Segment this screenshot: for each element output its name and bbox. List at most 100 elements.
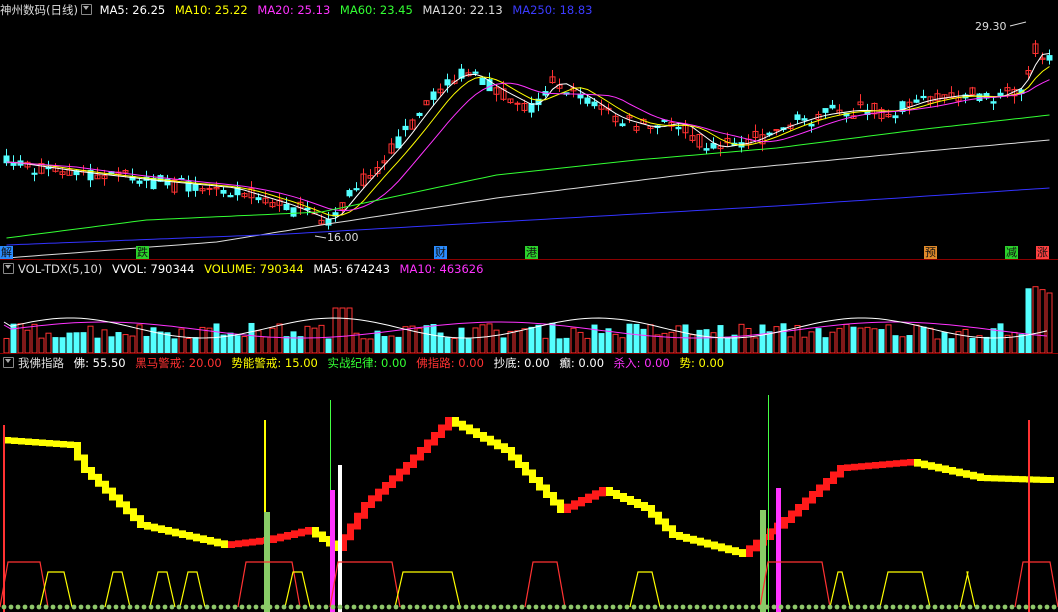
volume-bar bbox=[969, 337, 976, 354]
volume-bar bbox=[304, 325, 311, 354]
volume-bar bbox=[962, 328, 969, 354]
indicator-block bbox=[886, 460, 893, 468]
indicator-block bbox=[137, 515, 144, 528]
baseline-dot bbox=[547, 604, 553, 610]
indicator-block bbox=[445, 417, 452, 431]
indicator-block bbox=[711, 541, 718, 550]
baseline-dot bbox=[876, 604, 882, 610]
volume-bar bbox=[577, 331, 584, 354]
indicator-block bbox=[949, 467, 956, 475]
volume-bar bbox=[346, 307, 353, 354]
baseline-dot bbox=[638, 604, 644, 610]
indicator-block bbox=[739, 549, 746, 557]
volume-bar bbox=[80, 332, 87, 354]
panel-divider bbox=[0, 259, 1058, 260]
baseline-dot bbox=[813, 604, 819, 610]
dropdown-icon[interactable] bbox=[3, 263, 14, 274]
baseline-dot bbox=[435, 604, 441, 610]
panel-divider bbox=[0, 353, 1058, 354]
indicator-block bbox=[585, 493, 592, 503]
indicator-block bbox=[480, 432, 487, 442]
baseline-dot bbox=[85, 604, 91, 610]
volume-bar bbox=[1032, 286, 1039, 354]
indicator-block bbox=[382, 482, 389, 495]
baseline-dot bbox=[456, 604, 462, 610]
baseline-dot bbox=[22, 604, 28, 610]
volume-bar bbox=[59, 337, 66, 354]
volume-bar bbox=[381, 336, 388, 354]
baseline-dot bbox=[323, 604, 329, 610]
volume-bar bbox=[507, 330, 514, 354]
baseline-dot bbox=[1016, 604, 1022, 610]
volume-bar bbox=[570, 327, 577, 354]
volume-bar bbox=[815, 328, 822, 354]
baseline-dot bbox=[911, 604, 917, 610]
indicator-block bbox=[599, 487, 606, 497]
baseline-dot bbox=[631, 604, 637, 610]
indicator-block bbox=[718, 543, 725, 552]
volume-bar bbox=[451, 338, 458, 354]
indicator-block bbox=[823, 478, 830, 491]
volume-bar bbox=[479, 324, 486, 354]
indicator-block bbox=[788, 510, 795, 523]
indicator-block bbox=[109, 487, 116, 501]
kline-chart[interactable] bbox=[0, 0, 1058, 612]
indicator-block bbox=[130, 508, 137, 522]
indicator-block bbox=[53, 440, 60, 447]
indicator-block bbox=[312, 527, 319, 538]
candle-body bbox=[997, 92, 1004, 96]
indicator-block bbox=[998, 475, 1005, 482]
volume-bar bbox=[458, 327, 465, 354]
baseline-dot bbox=[988, 604, 994, 610]
volume-bar bbox=[374, 330, 381, 354]
volume-bar bbox=[255, 330, 262, 354]
volume-bar bbox=[94, 337, 101, 354]
volume-bar bbox=[444, 337, 451, 354]
volume-bar bbox=[647, 324, 654, 354]
indicator-block bbox=[564, 503, 571, 513]
candle-body bbox=[829, 104, 836, 109]
baseline-dot bbox=[820, 604, 826, 610]
fozhilu-value: 佛指路: 0.00 bbox=[416, 356, 484, 370]
indicator-block bbox=[193, 533, 200, 542]
indicator-block bbox=[606, 487, 613, 496]
baseline-dot bbox=[225, 604, 231, 610]
indicator-block bbox=[858, 463, 865, 470]
baseline-dot bbox=[393, 604, 399, 610]
baseline-dot bbox=[400, 604, 406, 610]
indicator-block bbox=[305, 527, 312, 535]
volume-bar bbox=[878, 329, 885, 354]
indicator-block bbox=[207, 537, 214, 545]
candle-body bbox=[192, 183, 199, 191]
price-low-label: 16.00 bbox=[327, 231, 359, 244]
volume-bar bbox=[129, 335, 136, 354]
indicator-block bbox=[501, 443, 508, 453]
volume-bar bbox=[598, 333, 605, 354]
indicator-block bbox=[942, 465, 949, 473]
baseline-dot bbox=[827, 604, 833, 610]
baseline-dot bbox=[141, 604, 147, 610]
volume-bar bbox=[773, 326, 780, 354]
candle-body bbox=[416, 112, 423, 117]
volume-bar bbox=[402, 326, 409, 354]
baseline-dot bbox=[883, 604, 889, 610]
baseline-dot bbox=[680, 604, 686, 610]
signal-marker: 减 bbox=[1005, 246, 1018, 260]
indicator-block bbox=[452, 417, 459, 427]
volume-bar bbox=[948, 338, 955, 354]
volume-bar bbox=[157, 331, 164, 354]
volume-bar bbox=[871, 328, 878, 354]
indicator-block bbox=[956, 468, 963, 477]
indicator-block bbox=[508, 447, 515, 461]
candle-body bbox=[430, 91, 437, 100]
volume-bar bbox=[563, 337, 570, 354]
candle-body bbox=[794, 114, 801, 120]
volume-bar bbox=[745, 327, 752, 354]
dropdown-icon[interactable] bbox=[3, 357, 14, 368]
indicator-block bbox=[431, 432, 438, 446]
wave-line bbox=[759, 561, 831, 608]
baseline-dot bbox=[106, 604, 112, 610]
volume-bar bbox=[269, 327, 276, 354]
baseline-dot bbox=[533, 604, 539, 610]
candle-body bbox=[220, 189, 227, 194]
